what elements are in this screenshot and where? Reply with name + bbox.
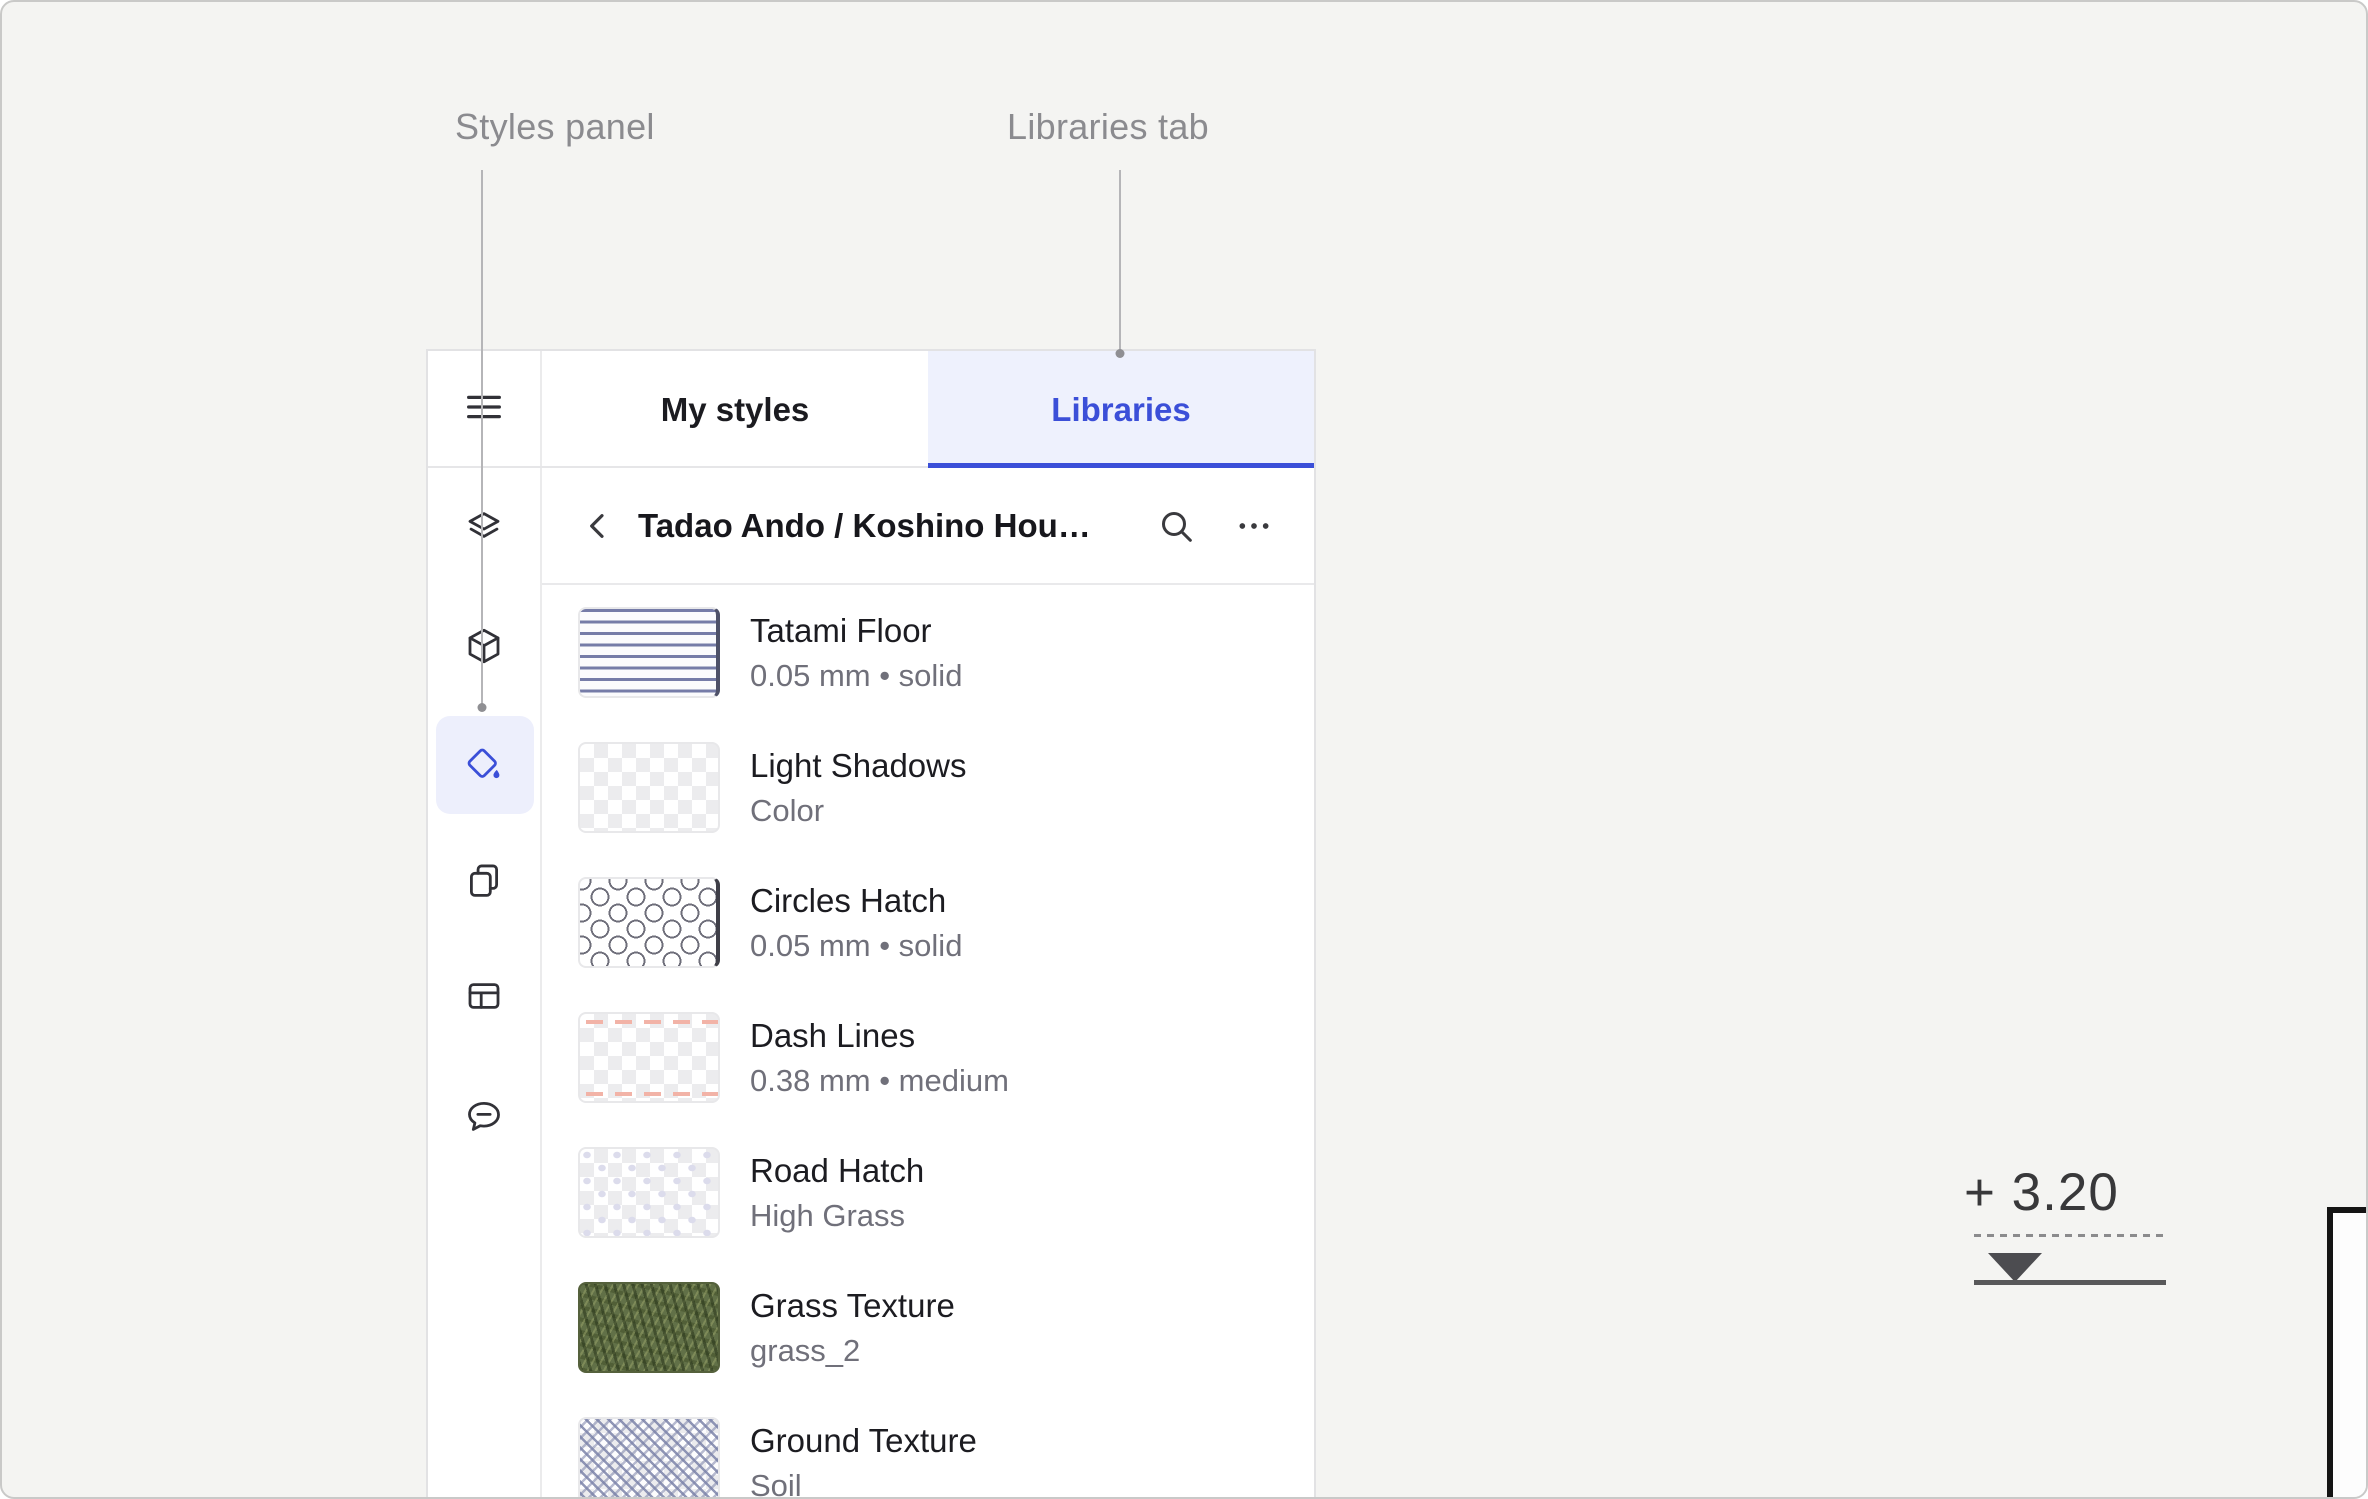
style-item-thumbnail <box>578 1147 720 1238</box>
drawing-frame-corner[interactable] <box>2327 1207 2368 1499</box>
paint-bucket-icon[interactable] <box>456 737 512 793</box>
libraries-tab-leader-line <box>1119 170 1121 352</box>
tab-my-styles-label: My styles <box>661 391 810 429</box>
style-item-text: Dash Lines 0.38 mm • medium <box>750 1013 1009 1101</box>
library-title: Tadao Ando / Koshino Hou… <box>638 507 1150 545</box>
style-item-thumbnail <box>578 877 720 968</box>
elevation-value[interactable]: + 3.20 <box>1964 1162 2119 1223</box>
style-item[interactable]: Road Hatch High Grass <box>542 1125 1314 1260</box>
style-item-meta: 0.05 mm • solid <box>750 925 962 967</box>
styles-panel: My styles Libraries Tadao Ando / Koshino… <box>426 349 1316 1499</box>
elevation-dashed-line[interactable] <box>1974 1234 2164 1237</box>
leader-dot <box>478 703 487 712</box>
elevation-datum-line[interactable] <box>1974 1280 2166 1285</box>
style-item-text: Circles Hatch 0.05 mm • solid <box>750 878 962 966</box>
style-item-name: Dash Lines <box>750 1013 1009 1059</box>
style-item-text: Ground Texture Soil <box>750 1418 977 1499</box>
style-item-thumbnail <box>578 742 720 833</box>
leader-dot <box>1116 349 1125 358</box>
style-item[interactable]: Circles Hatch 0.05 mm • solid <box>542 855 1314 990</box>
more-options-icon[interactable] <box>1228 500 1280 552</box>
styles-panel-leader-line <box>481 170 483 706</box>
style-item-thumbnail <box>578 607 720 698</box>
tab-my-styles[interactable]: My styles <box>542 351 928 468</box>
style-item-name: Grass Texture <box>750 1283 955 1329</box>
style-list: Tatami Floor 0.05 mm • solid Light Shado… <box>542 585 1314 1499</box>
tab-libraries[interactable]: Libraries <box>928 351 1314 468</box>
back-button[interactable] <box>572 500 624 552</box>
style-item[interactable]: Light Shadows Color <box>542 720 1314 855</box>
style-item-meta: Soil <box>750 1465 977 1499</box>
table-icon[interactable] <box>456 968 512 1024</box>
style-item-meta: 0.05 mm • solid <box>750 655 962 697</box>
style-item-name: Light Shadows <box>750 743 966 789</box>
app-screen: Styles panel Libraries tab <box>0 0 2368 1499</box>
style-item[interactable]: Ground Texture Soil <box>542 1395 1314 1499</box>
search-icon[interactable] <box>1150 500 1202 552</box>
style-item[interactable]: Grass Texture grass_2 <box>542 1260 1314 1395</box>
elevation-triangle-icon[interactable] <box>1988 1253 2042 1282</box>
style-item-meta: High Grass <box>750 1195 924 1237</box>
style-item-name: Circles Hatch <box>750 878 962 924</box>
callout-styles-panel: Styles panel <box>455 106 655 148</box>
callout-libraries-tab: Libraries tab <box>1007 106 1209 148</box>
panel-tabbar: My styles Libraries <box>542 351 1314 468</box>
panel-sidebar <box>428 351 542 1499</box>
style-item-meta: 0.38 mm • medium <box>750 1060 1009 1102</box>
style-item-text: Grass Texture grass_2 <box>750 1283 955 1371</box>
comment-icon[interactable] <box>456 1089 512 1145</box>
style-item-name: Tatami Floor <box>750 608 962 654</box>
style-item-thumbnail <box>578 1417 720 1499</box>
cube-icon[interactable] <box>456 618 512 674</box>
tab-libraries-label: Libraries <box>1051 391 1190 429</box>
style-item-text: Light Shadows Color <box>750 743 966 831</box>
style-item[interactable]: Dash Lines 0.38 mm • medium <box>542 990 1314 1125</box>
style-item-name: Road Hatch <box>750 1148 924 1194</box>
style-item-thumbnail <box>578 1012 720 1103</box>
style-item-meta: Color <box>750 790 966 832</box>
library-header: Tadao Ando / Koshino Hou… <box>542 468 1314 585</box>
style-item-thumbnail <box>578 1282 720 1373</box>
pages-icon[interactable] <box>456 853 512 909</box>
menu-icon[interactable] <box>456 379 512 435</box>
style-item-meta: grass_2 <box>750 1330 955 1372</box>
style-item-name: Ground Texture <box>750 1418 977 1464</box>
style-item-text: Tatami Floor 0.05 mm • solid <box>750 608 962 696</box>
layers-icon[interactable] <box>456 500 512 556</box>
style-item-text: Road Hatch High Grass <box>750 1148 924 1236</box>
style-item[interactable]: Tatami Floor 0.05 mm • solid <box>542 585 1314 720</box>
